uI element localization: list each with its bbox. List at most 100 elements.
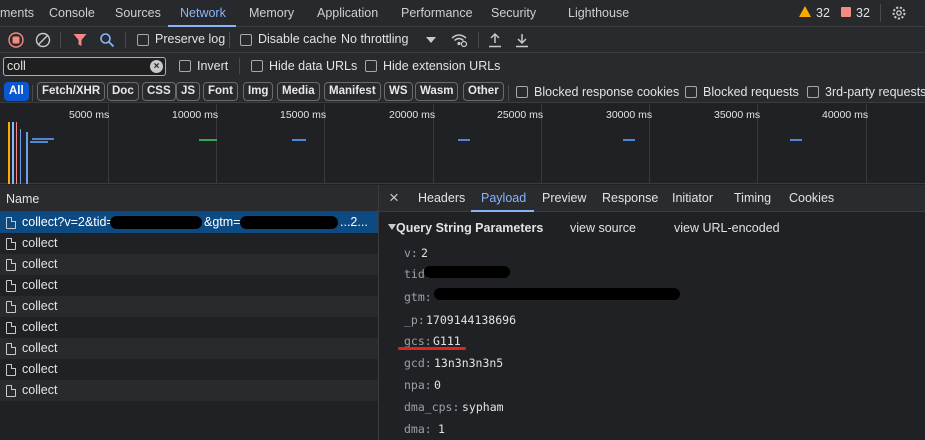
document-icon [6, 364, 16, 376]
param-value: 1709144138696 [426, 313, 517, 327]
timeline-marker [12, 122, 14, 184]
import-har-icon[interactable] [488, 32, 502, 48]
pane-divider[interactable] [378, 185, 379, 440]
hide-extension-urls-label[interactable]: Hide extension URLs [383, 59, 500, 73]
separator [880, 4, 881, 22]
disable-cache-checkbox[interactable] [240, 34, 252, 46]
preserve-log-checkbox[interactable] [137, 34, 149, 46]
param-key: gcd: [404, 356, 432, 370]
name-column-header[interactable]: Name [6, 192, 39, 206]
warning-icon [799, 6, 811, 17]
tab-payload[interactable]: Payload [481, 185, 526, 212]
chip-font[interactable]: Font [203, 82, 238, 101]
tab-headers[interactable]: Headers [418, 185, 465, 212]
hide-data-urls-label[interactable]: Hide data URLs [269, 59, 357, 73]
tab-memory[interactable]: Memory [249, 0, 294, 27]
caret-down-icon[interactable] [388, 224, 396, 230]
tab-sources[interactable]: Sources [115, 0, 161, 27]
chip-fetch-xhr[interactable]: Fetch/XHR [37, 82, 106, 101]
throttling-select[interactable]: No throttling [341, 32, 408, 46]
network-overview-timeline[interactable]: 5000 ms 10000 ms 15000 ms 20000 ms 25000… [0, 104, 925, 184]
request-row[interactable]: collect [0, 275, 378, 296]
tab-cookies[interactable]: Cookies [789, 185, 834, 212]
network-conditions-icon[interactable] [450, 32, 468, 48]
chevron-down-icon[interactable] [426, 37, 436, 43]
section-title[interactable]: Query String Parameters [396, 221, 543, 235]
timeline-bar [30, 141, 48, 143]
tab-response[interactable]: Response [602, 185, 658, 212]
separator [32, 85, 33, 101]
chip-css[interactable]: CSS [142, 82, 176, 101]
request-list-header: Name [0, 185, 378, 212]
search-icon[interactable] [99, 32, 115, 48]
third-party-requests-checkbox[interactable] [807, 86, 819, 98]
invert-checkbox[interactable] [179, 60, 191, 72]
param-key: npa: [404, 378, 432, 392]
chip-all[interactable]: All [4, 82, 29, 101]
tab-application[interactable]: Application [317, 0, 378, 27]
preserve-log-label[interactable]: Preserve log [155, 32, 225, 46]
close-icon[interactable]: × [389, 189, 399, 207]
tab-preview[interactable]: Preview [542, 185, 586, 212]
request-row[interactable]: collect [0, 380, 378, 401]
chip-other[interactable]: Other [463, 82, 504, 101]
chip-doc[interactable]: Doc [107, 82, 139, 101]
tab-initiator[interactable]: Initiator [672, 185, 713, 212]
view-url-encoded-link[interactable]: view URL-encoded [674, 221, 780, 235]
chip-manifest[interactable]: Manifest [324, 82, 381, 101]
clear-icon[interactable] [35, 32, 51, 48]
clear-filter-icon[interactable]: × [150, 60, 163, 73]
warning-count[interactable]: 32 [816, 6, 830, 20]
third-party-requests-label[interactable]: 3rd-party requests [825, 85, 925, 99]
request-row[interactable]: collect [0, 296, 378, 317]
chip-js[interactable]: JS [176, 82, 201, 101]
tab-console[interactable]: Console [49, 0, 95, 27]
filter-icon[interactable] [72, 32, 88, 48]
redaction-mark [424, 266, 510, 278]
tab-elements[interactable]: ments [0, 0, 34, 27]
timeline-bar [790, 139, 802, 141]
export-har-icon[interactable] [515, 32, 529, 48]
record-stop-icon[interactable] [8, 32, 24, 48]
request-row[interactable]: collect [0, 359, 378, 380]
request-row[interactable]: collect [0, 233, 378, 254]
request-row[interactable]: collect [0, 254, 378, 275]
blocked-requests-checkbox[interactable] [685, 86, 697, 98]
invert-label[interactable]: Invert [197, 59, 228, 73]
filter-input-value: coll [7, 59, 26, 73]
request-name-part: collect?v=2&tid= [22, 215, 114, 229]
request-name: collect [22, 362, 58, 376]
settings-gear-icon[interactable] [891, 5, 907, 21]
tab-lighthouse[interactable]: Lighthouse [568, 0, 629, 27]
hide-data-urls-checkbox[interactable] [251, 60, 263, 72]
request-row-selected[interactable]: collect?v=2&tid= &gtm= ...2... [0, 212, 378, 233]
blocked-requests-label[interactable]: Blocked requests [703, 85, 799, 99]
view-source-link[interactable]: view source [570, 221, 636, 235]
chip-media[interactable]: Media [277, 82, 320, 101]
request-name: collect [22, 320, 58, 334]
hide-extension-urls-checkbox[interactable] [365, 60, 377, 72]
tab-network[interactable]: Network [180, 0, 226, 27]
param-key: gtm: [404, 290, 432, 304]
active-tab-indicator [471, 210, 534, 212]
request-row[interactable]: collect [0, 317, 378, 338]
document-icon [6, 259, 16, 271]
tab-performance[interactable]: Performance [401, 0, 473, 27]
tab-security[interactable]: Security [491, 0, 536, 27]
chip-wasm[interactable]: Wasm [415, 82, 459, 101]
request-name: collect [22, 341, 58, 355]
blocked-response-cookies-label[interactable]: Blocked response cookies [534, 85, 679, 99]
blocked-response-cookies-checkbox[interactable] [516, 86, 528, 98]
param-key: v: [404, 246, 418, 260]
request-name-part: &gtm= [204, 215, 241, 229]
document-icon [6, 385, 16, 397]
filter-input[interactable]: coll × [3, 57, 166, 76]
disable-cache-label[interactable]: Disable cache [258, 32, 337, 46]
document-icon [6, 301, 16, 313]
issues-count[interactable]: 32 [856, 6, 870, 20]
chip-ws[interactable]: WS [384, 82, 413, 101]
chip-img[interactable]: Img [243, 82, 274, 101]
param-value: G111 [433, 334, 461, 348]
tab-timing[interactable]: Timing [734, 185, 771, 212]
request-row[interactable]: collect [0, 338, 378, 359]
